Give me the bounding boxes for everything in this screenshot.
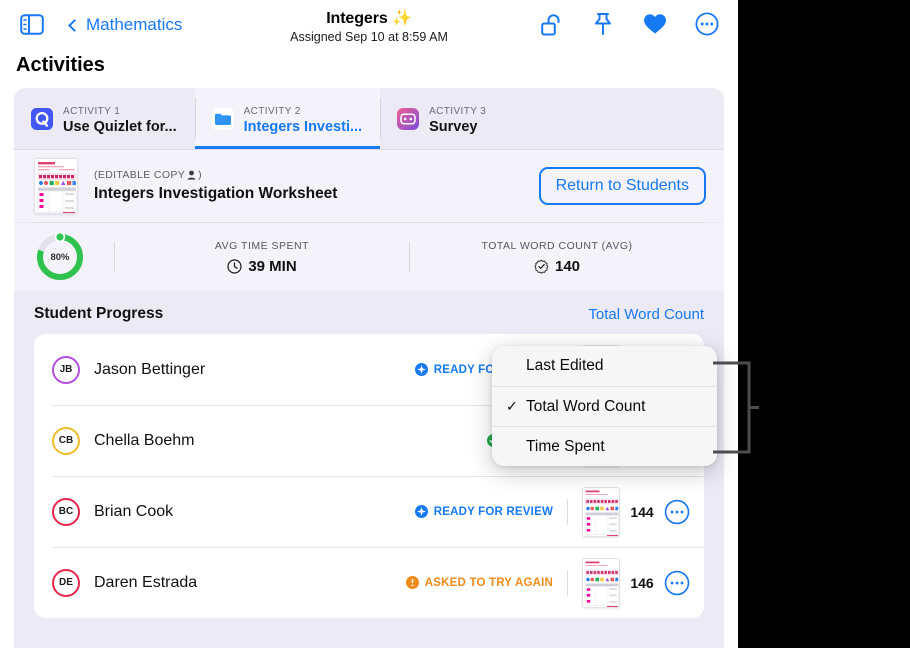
completion-percent: 80% [34, 231, 86, 283]
worksheet-header: (EDITABLE COPY ) Integers Investigation … [14, 150, 724, 222]
student-name: Chella Boehm [94, 432, 487, 450]
menu-item-time-spent[interactable]: Time Spent [492, 426, 717, 466]
sort-dropdown-menu: Last Edited ✓ Total Word Count Time Spen… [492, 346, 717, 466]
activity-tabs: ACTIVITY 1 Use Quizlet for... ACTIVITY 2… [14, 88, 724, 149]
word-count: 144 [620, 504, 664, 520]
sparkle-circle-icon [415, 363, 428, 376]
worksheet-kicker-close: ) [198, 169, 202, 181]
status-badge: READY FOR REVIEW [415, 505, 553, 518]
status-badge-label: ASKED TO TRY AGAIN [425, 577, 553, 589]
tab-activity-2-kicker: ACTIVITY 2 [244, 106, 301, 117]
menu-item-last-edited-label: Last Edited [526, 357, 604, 375]
stat-avg-time-spent: AVG TIME SPENT 39 MIN [115, 240, 409, 275]
avatar: JB [52, 356, 80, 384]
student-name: Brian Cook [94, 503, 415, 521]
table-row[interactable]: BC Brian Cook READY FOR REVIEW [34, 476, 704, 547]
check-seal-icon [534, 259, 549, 274]
person-icon [187, 170, 196, 180]
worksheet-kicker: (EDITABLE COPY ) [94, 169, 539, 181]
student-name: Jason Bettinger [94, 361, 415, 379]
pin-icon[interactable] [590, 10, 616, 38]
stats-row: 80% AVG TIME SPENT 39 MIN TOTAL WORD [14, 223, 724, 291]
return-to-students-button[interactable]: Return to Students [539, 167, 706, 205]
avatar: CB [52, 427, 80, 455]
tab-activity-1-kicker: ACTIVITY 1 [63, 106, 120, 117]
sort-by-button[interactable]: Total Word Count [588, 306, 704, 323]
stat-avg-time-spent-value: 39 MIN [248, 258, 296, 275]
tab-activity-1[interactable]: ACTIVITY 1 Use Quizlet for... [14, 88, 195, 149]
student-work-thumbnail[interactable] [582, 558, 620, 608]
student-name: Daren Estrada [94, 574, 406, 592]
app-page: Mathematics Integers ✨ Assigned Sep 10 a… [0, 0, 738, 648]
avatar: BC [52, 498, 80, 526]
tab-activity-1-text: ACTIVITY 1 Use Quizlet for... [63, 101, 177, 136]
completion-ring: 80% [34, 231, 86, 283]
stat-avg-time-spent-label: AVG TIME SPENT [115, 240, 409, 252]
stat-total-word-count-value-wrap: 140 [410, 258, 704, 275]
screen: Mathematics Integers ✨ Assigned Sep 10 a… [0, 0, 910, 648]
toolbar-actions [538, 10, 720, 38]
right-black-area [738, 0, 910, 648]
row-divider [567, 499, 568, 525]
tab-activity-3-text: ACTIVITY 3 Survey [429, 101, 486, 136]
menu-item-total-word-count-label: Total Word Count [526, 398, 645, 416]
pages-folder-icon [211, 107, 235, 131]
tab-activity-1-label: Use Quizlet for... [63, 119, 177, 136]
menu-item-total-word-count[interactable]: ✓ Total Word Count [492, 386, 717, 426]
menu-item-last-edited[interactable]: Last Edited [492, 346, 717, 386]
tab-activity-2[interactable]: ACTIVITY 2 Integers Investi... [195, 88, 380, 149]
quizlet-icon [30, 107, 54, 131]
unlock-icon[interactable] [538, 10, 564, 38]
activities-heading: Activities [0, 50, 738, 77]
top-toolbar: Mathematics Integers ✨ Assigned Sep 10 a… [0, 0, 738, 50]
worksheet-text: (EDITABLE COPY ) Integers Investigation … [94, 169, 539, 203]
tab-activity-3-label: Survey [429, 119, 486, 136]
tab-activity-2-text: ACTIVITY 2 Integers Investi... [244, 101, 362, 136]
exclam-circle-icon [406, 576, 419, 589]
menu-item-time-spent-label: Time Spent [526, 438, 605, 456]
worksheet-kicker-open: (EDITABLE COPY [94, 169, 185, 181]
student-progress-header: Student Progress Total Word Count [14, 291, 724, 334]
sparkle-circle-icon [415, 505, 428, 518]
table-row[interactable]: DE Daren Estrada ASKED TO TRY AGAIN [34, 547, 704, 618]
callout-bracket [713, 360, 763, 460]
tab-activity-3-kicker: ACTIVITY 3 [429, 106, 486, 117]
worksheet-thumbnail[interactable] [34, 158, 78, 214]
status-badge-label: READY FOR REVIEW [434, 506, 553, 518]
more-circle-icon[interactable] [694, 10, 720, 38]
student-work-thumbnail[interactable] [582, 487, 620, 537]
student-progress-title: Student Progress [34, 305, 163, 323]
stat-total-word-count-value: 140 [555, 258, 580, 275]
avatar: DE [52, 569, 80, 597]
survey-icon [396, 107, 420, 131]
clock-icon [227, 259, 242, 274]
row-divider [567, 570, 568, 596]
more-circle-icon[interactable] [664, 499, 690, 525]
word-count: 146 [620, 575, 664, 591]
check-icon: ✓ [506, 398, 526, 415]
tab-activity-3[interactable]: ACTIVITY 3 Survey [380, 88, 504, 149]
heart-icon[interactable] [642, 10, 668, 38]
more-circle-icon[interactable] [664, 570, 690, 596]
stat-avg-time-spent-value-wrap: 39 MIN [115, 258, 409, 275]
status-badge: ASKED TO TRY AGAIN [406, 576, 553, 589]
stat-total-word-count: TOTAL WORD COUNT (AVG) 140 [410, 240, 704, 275]
stat-total-word-count-label: TOTAL WORD COUNT (AVG) [410, 240, 704, 252]
tab-activity-2-label: Integers Investi... [244, 119, 362, 136]
worksheet-name: Integers Investigation Worksheet [94, 185, 539, 203]
